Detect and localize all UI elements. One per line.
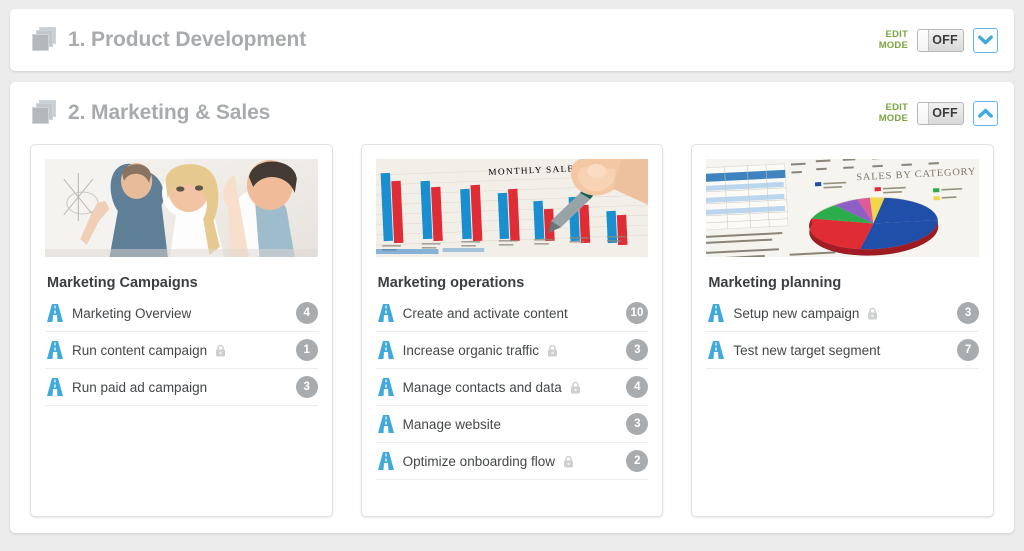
list-item[interactable]: Run paid ad campaign 3 [45, 369, 318, 406]
card-marketing-operations: MONTHLY SALES Marketing operations Creat… [360, 144, 664, 517]
edit-mode-line-2: MODE [878, 113, 908, 124]
card-title: Marketing planning [708, 275, 842, 291]
section-collapse-button[interactable] [973, 100, 998, 126]
section-product-development: 1. Product Development EDIT MODE OFF [10, 9, 1014, 71]
section-expand-button[interactable] [973, 27, 998, 53]
stacked-pages-icon [30, 100, 56, 126]
edit-mode-label: EDIT MODE [879, 29, 908, 51]
item-badge: 3 [626, 339, 649, 361]
list-item[interactable]: Manage contacts and data 4 [375, 369, 649, 406]
list-item[interactable]: Manage website 3 [375, 406, 649, 443]
item-badge: 1 [295, 339, 318, 361]
monthly-sales-bar-chart-photo: MONTHLY SALES [375, 159, 649, 257]
item-badge: 4 [626, 376, 649, 398]
list-item[interactable]: Increase organic traffic 3 [375, 332, 649, 369]
chevron-down-icon [978, 35, 993, 46]
page-root: 1. Product Development EDIT MODE OFF 2. … [0, 0, 1024, 551]
item-badge: 3 [295, 376, 318, 398]
item-list: Create and activate content 10 Increase … [375, 295, 649, 480]
item-badge: 7 [957, 339, 980, 361]
road-icon [47, 341, 63, 359]
lock-icon [215, 344, 226, 357]
lock-icon [867, 307, 878, 320]
item-badge: 4 [295, 302, 318, 324]
header-controls: EDIT MODE OFF [879, 100, 998, 126]
list-item[interactable]: Create and activate content 10 [375, 295, 649, 332]
road-icon [377, 452, 394, 470]
section-header: 1. Product Development EDIT MODE OFF [10, 9, 1014, 71]
lock-icon [563, 455, 574, 468]
road-icon [377, 341, 394, 359]
edit-mode-toggle[interactable]: OFF [917, 101, 964, 125]
item-label: Manage website [402, 416, 501, 432]
item-badge: 10 [625, 302, 649, 324]
section-header: 2. Marketing & Sales EDIT MODE OFF [10, 82, 1014, 144]
section-title: 2. Marketing & Sales [68, 101, 271, 124]
road-icon [47, 304, 63, 322]
card-title: Marketing Campaigns [47, 275, 198, 291]
list-item[interactable]: Run content campaign 1 [45, 332, 318, 369]
header-controls: EDIT MODE OFF [879, 27, 998, 53]
section-title: 1. Product Development [68, 28, 307, 51]
edit-mode-toggle[interactable]: OFF [917, 28, 964, 52]
list-item[interactable]: Setup new campaign 3 [706, 295, 980, 332]
road-icon [708, 304, 725, 322]
lock-icon [547, 344, 558, 357]
road-icon [47, 378, 63, 396]
stacked-pages-icon [30, 27, 56, 53]
section-marketing-sales: 2. Marketing & Sales EDIT MODE OFF Marke… [10, 82, 1014, 533]
road-icon [377, 378, 394, 396]
item-list: Marketing Overview 4 Run content campaig… [45, 295, 318, 406]
toggle-knob [918, 102, 929, 124]
toggle-knob [918, 29, 929, 51]
edit-mode-line-2: MODE [878, 40, 908, 51]
chevron-up-icon [978, 108, 993, 119]
lock-icon [570, 381, 581, 394]
card-marketing-planning: SALES BY CATEGORY Marketing planning Set… [691, 144, 995, 517]
cards-container: Marketing Campaigns Marketing Overview 4 [10, 144, 1014, 533]
business-team-whiteboard-photo [45, 159, 318, 257]
item-label: Optimize onboarding flow [402, 453, 556, 469]
road-icon [377, 415, 394, 433]
item-label: Manage contacts and data [402, 379, 562, 395]
card-title: Marketing operations [377, 275, 525, 291]
road-icon [708, 341, 725, 359]
item-label: Run content campaign [72, 342, 208, 358]
list-item[interactable]: Marketing Overview 4 [45, 295, 318, 332]
sales-by-category-pie-chart-photo: SALES BY CATEGORY [706, 159, 980, 257]
item-badge: 3 [957, 302, 980, 324]
item-label: Marketing Overview [72, 305, 192, 321]
item-label: Setup new campaign [733, 305, 860, 321]
toggle-value: OFF [932, 106, 958, 120]
card-marketing-campaigns: Marketing Campaigns Marketing Overview 4 [30, 144, 333, 517]
item-badge: 2 [626, 450, 649, 472]
toggle-value: OFF [932, 33, 958, 47]
road-icon [377, 304, 394, 322]
item-label: Create and activate content [402, 305, 568, 321]
list-item[interactable]: Optimize onboarding flow 2 [375, 443, 649, 480]
list-item[interactable]: Test new target segment 7 [706, 332, 980, 369]
item-label: Increase organic traffic [402, 342, 539, 358]
edit-mode-label: EDIT MODE [879, 102, 908, 124]
item-badge: 3 [626, 413, 649, 435]
item-label: Test new target segment [733, 342, 881, 358]
item-list: Setup new campaign 3 Test new target seg… [706, 295, 980, 369]
item-label: Run paid ad campaign [72, 379, 208, 395]
edit-mode-line-1: EDIT [885, 102, 908, 113]
edit-mode-line-1: EDIT [885, 29, 908, 40]
